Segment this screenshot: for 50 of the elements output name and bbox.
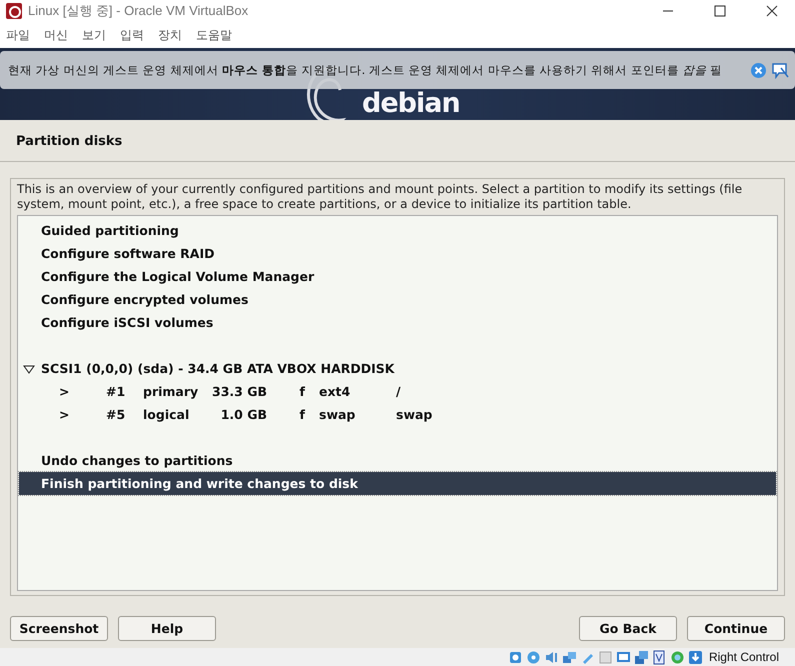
menu-item[interactable]: 입력 — [120, 26, 144, 44]
notification-text: 현재 가상 머신의 게스트 운영 체제에서 마우스 통합을 지원합니다. 게스트 운영 체제에서 마우스를 사용하기 위해서 포인터를 잡을 필 — [8, 62, 724, 78]
menu-item[interactable]: 도움말 — [196, 26, 232, 44]
partition-number: #5 — [106, 407, 126, 422]
format-flag-text: f — [298, 384, 306, 399]
menu-item[interactable]: 머신 — [44, 26, 68, 44]
menu-option[interactable]: Configure the Logical Volume Manager — [19, 265, 776, 288]
expanded-triangle-icon[interactable] — [23, 364, 35, 374]
disk-row[interactable]: SCSI1 (0,0,0) (sda) - 34.4 GB ATA VBOX HARDDISK — [19, 357, 776, 380]
description-text: This is an overview of your currently configured partitions and mount points. Select a partition to modify its settings (file system, mount point, etc.), a free space to create partitions, or a device to initialize its partition table. — [17, 182, 744, 213]
action-button[interactable]: Screenshot — [10, 616, 108, 641]
mount-point: / — [396, 384, 402, 399]
disk-label: SCSI1 (0,0,0) (sda) - 34.4 GB ATA VBOX HARDDISK — [41, 361, 394, 376]
menu-item[interactable]: 보기 — [82, 26, 106, 44]
debian-logo: debian — [362, 90, 460, 118]
menu-item[interactable]: 파일 — [6, 26, 30, 44]
window-title: Linux [실행 중] - Oracle VM VirtualBox — [28, 2, 250, 20]
action-button[interactable]: Help — [118, 616, 216, 641]
partition-type: logical — [143, 407, 190, 422]
action-button[interactable]: Continue — [687, 616, 785, 641]
menu-option[interactable]: Configure encrypted volumes — [19, 288, 776, 311]
network-icon[interactable] — [562, 650, 577, 664]
file-system: swap — [319, 407, 356, 422]
mount-point: swap — [396, 407, 434, 422]
menu-option[interactable]: Undo changes to partitions — [19, 449, 776, 472]
partition-arrow: > — [59, 384, 70, 399]
menu-option[interactable]: Configure software RAID — [19, 242, 776, 265]
windows-icon[interactable] — [634, 650, 649, 664]
partition-row[interactable]: > #1 primary 33.3 GB f ext4 / — [19, 380, 776, 403]
menu-option[interactable]: Guided partitioning — [19, 219, 776, 242]
menu-option[interactable]: Finish partitioning and write changes to disk — [19, 472, 776, 495]
disc-icon[interactable] — [526, 650, 541, 664]
app-icon — [6, 3, 22, 19]
page-title: Partition disks — [15, 133, 124, 151]
file-system: ext4 — [319, 384, 352, 399]
menu-item[interactable]: 장치 — [158, 26, 182, 44]
partition-row[interactable]: > #5 logical 1.0 GB f swap swap — [19, 403, 776, 426]
partition-size: 33.3 GB — [211, 384, 267, 399]
host-key-label: Right Control — [708, 650, 779, 664]
action-button[interactable]: Go Back — [579, 616, 677, 641]
speaker-icon[interactable] — [544, 650, 559, 664]
display-icon[interactable] — [616, 650, 631, 664]
partition-size: 1.0 GB — [220, 407, 267, 422]
menu-option[interactable]: Configure iSCSI volumes — [19, 311, 776, 334]
close-icon[interactable] — [750, 62, 767, 78]
partition-arrow: > — [59, 407, 70, 422]
format-flag-text: f — [298, 407, 306, 422]
download-icon[interactable] — [688, 650, 703, 664]
partition-number: #1 — [106, 384, 126, 399]
partition-type: primary — [143, 384, 200, 399]
